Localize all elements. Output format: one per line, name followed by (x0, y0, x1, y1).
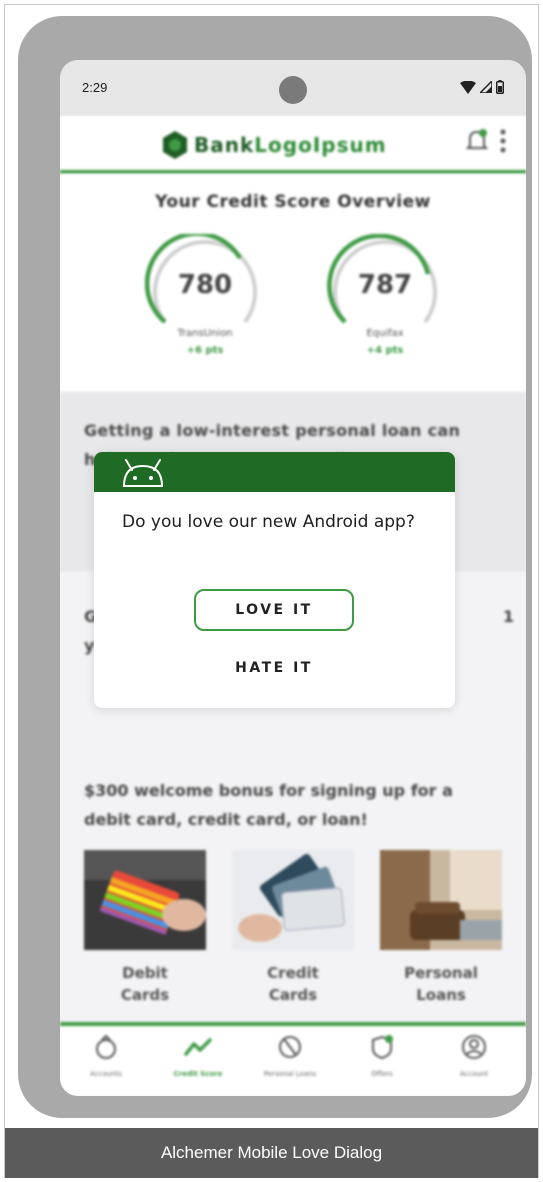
gauge-change: +6 pts (186, 345, 224, 356)
bonus-promo-card: $300 welcome bonus for signing up for a … (60, 756, 526, 1022)
tile-label-line1: Credit (267, 964, 319, 982)
status-time: 2:29 (82, 80, 108, 95)
nav-accounts[interactable]: Accounts (60, 1034, 152, 1078)
gauge-transunion[interactable]: 780 TransUnion +6 pts (145, 234, 265, 356)
logo-mark-icon (163, 131, 187, 159)
app-header: BankLogoIpsum (60, 116, 526, 174)
tile-label-line1: Debit (122, 964, 168, 982)
nav-personal-loans[interactable]: Personal Loans (244, 1034, 336, 1078)
hate-it-button[interactable]: HATE IT (194, 652, 354, 684)
tile-label-line2: Cards (268, 986, 318, 1004)
wallet-icon (96, 1034, 116, 1059)
nav-account[interactable]: Account (428, 1034, 520, 1078)
nav-credit-score[interactable]: Credit Score (152, 1034, 244, 1078)
signal-icon (480, 81, 492, 93)
header-actions (466, 128, 506, 154)
status-bar: 2:29 (60, 60, 526, 116)
nav-label: Accounts (90, 1070, 122, 1078)
tile-label-line2: Loans (416, 986, 466, 1004)
tile-debit-cards[interactable]: Debit Cards (84, 850, 206, 1006)
bank-logo: BankLogoIpsum (160, 130, 387, 160)
nav-label: Credit Score (173, 1070, 223, 1078)
dialog-question: Do you love our new Android app? (122, 512, 415, 532)
bonus-promo-text: $300 welcome bonus for signing up for a … (84, 781, 453, 829)
offers-icon (372, 1035, 393, 1060)
battery-icon (496, 80, 504, 94)
gauge-equifax[interactable]: 787 Equifax +4 pts (325, 234, 445, 356)
love-dialog: Do you love our new Android app? LOVE IT… (94, 452, 455, 708)
nav-offers[interactable]: Offers (336, 1034, 428, 1078)
score-title: Your Credit Score Overview (155, 192, 431, 212)
dialog-header (94, 452, 455, 492)
loan-icon (279, 1036, 301, 1058)
bell-icon[interactable] (466, 128, 488, 154)
gauge-value: 787 (357, 270, 413, 300)
gauge-value: 780 (177, 270, 233, 300)
tile-label-line2: Cards (120, 986, 170, 1004)
logo-text-ipsum: LogoIpsum (254, 133, 387, 157)
credit-card-image (232, 850, 354, 950)
nav-label: Personal Loans (263, 1070, 317, 1078)
android-icon (122, 459, 164, 487)
wifi-icon (460, 80, 476, 94)
tile-label-line1: Personal (404, 964, 478, 982)
image-caption: Alchemer Mobile Love Dialog (5, 1128, 538, 1178)
status-icons (460, 79, 504, 95)
personal-loan-image (380, 850, 502, 950)
tile-credit-cards[interactable]: Credit Cards (232, 850, 354, 1006)
gauge-change: +4 pts (366, 345, 404, 356)
logo-text-bank: Bank (194, 133, 255, 157)
more-vert-icon[interactable] (500, 128, 506, 154)
nav-label: Offers (371, 1070, 393, 1078)
profile-icon (462, 1035, 486, 1059)
nav-label: Account (459, 1070, 489, 1078)
camera-cutout (279, 76, 307, 104)
debit-card-image (84, 850, 206, 950)
gauge-bureau: TransUnion (177, 328, 233, 339)
tile-personal-loans[interactable]: Personal Loans (380, 850, 502, 1006)
credit-score-card: Your Credit Score Overview 780 TransUnio… (60, 174, 526, 392)
love-it-button[interactable]: LOVE IT (194, 589, 354, 631)
trend-icon (184, 1038, 212, 1056)
gauge-bureau: Equifax (366, 328, 404, 339)
bottom-navigation: Accounts Credit Score Personal Loans Off… (60, 1022, 526, 1096)
